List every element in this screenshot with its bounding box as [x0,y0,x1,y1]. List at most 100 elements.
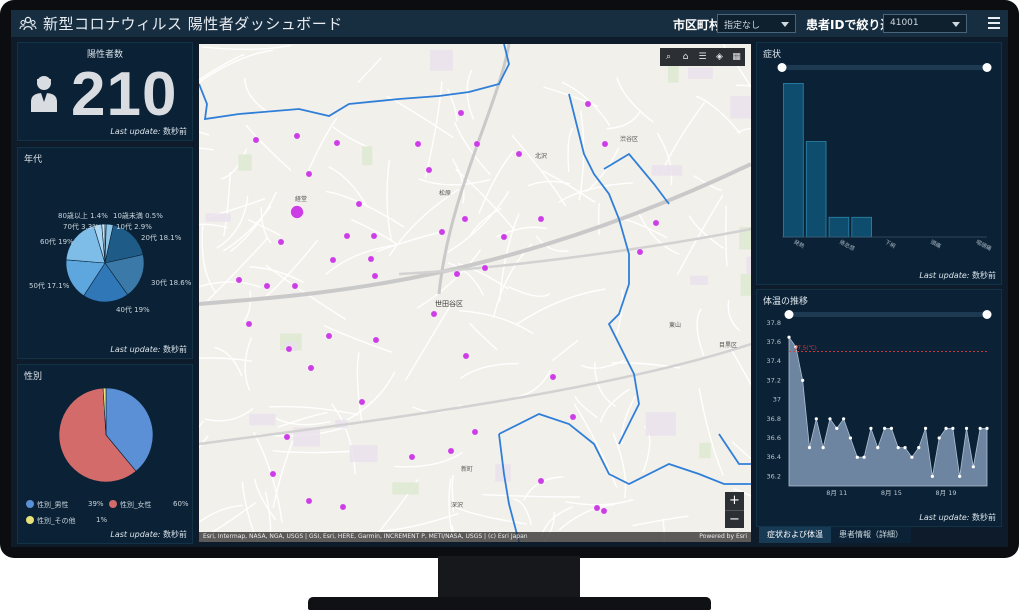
map-canvas[interactable] [199,44,751,542]
positive-cases-map[interactable]: 世田谷区 渋谷区 目黒区 北沢 深沢 東山 松原 経堂 新町 ⌕ ⌂ ☰ ◈ ▦… [199,44,751,542]
case-location-marker [263,282,271,290]
map-land-area [740,274,751,296]
case-location-marker [307,364,315,372]
patient-id-value: 41001 [890,18,919,28]
patient-id-select[interactable]: 41001 [883,14,967,33]
temperature-panel: 体温の推移 37.8 37.6 37.4 37.2 37 36.8 36.6 36.4 36.2… [756,289,1002,527]
case-location-marker [372,336,380,344]
temperature-y-tick: 37 [773,396,781,404]
case-location-marker [269,470,277,478]
case-location-marker [636,248,644,256]
tab-symptoms-temperature[interactable]: 症状および体温 [759,527,831,543]
case-location-marker [305,170,313,178]
temperature-point [876,446,880,450]
map-toolbar: ⌕ ⌂ ☰ ◈ ▦ [660,48,745,66]
case-location-marker [569,413,577,421]
case-location-marker [325,332,333,340]
city-filter-value: 指定なし [724,21,761,31]
temperature-point [937,436,941,440]
map-land-area [645,412,676,436]
symptom-tick-label: 発熱 [792,238,806,250]
map-place-label: 目黒区 [719,342,738,349]
temperature-point [978,426,982,430]
map-place-label: 世田谷区 [435,300,463,308]
case-location-marker [425,166,433,174]
temperature-point [862,455,866,459]
case-location-marker [285,345,293,353]
person-icon [31,76,57,112]
map-land-area [392,482,419,495]
gender-legend-other-value: 1% [96,516,108,524]
home-icon[interactable]: ⌂ [677,48,694,66]
age-label-50s: 50代 17.1% [29,282,70,290]
map-land-area [430,49,453,71]
zoom-out-button[interactable]: − [725,510,744,528]
map-ward-boundaries [199,44,751,542]
temperature-point [807,446,812,450]
temperature-y-tick: 36.4 [767,453,781,461]
symptom-bar-chart: 発熱 倦怠感 下痢 頭痛 咽頭痛 [777,63,994,253]
case-location-marker [461,215,469,223]
temperature-point [848,436,853,440]
map-place-label: 新町 [461,466,474,473]
basemap-gallery-icon[interactable]: ▦ [728,48,745,66]
gender-legend-female-value: 60% [173,500,189,508]
case-location-marker [515,150,523,158]
case-location-marker [549,373,557,381]
search-icon[interactable]: ⌕ [660,48,677,66]
case-location-marker [481,264,489,272]
age-label-80plus: 80歳以上 1.4% [58,212,108,220]
case-location-marker [371,272,379,280]
layers-icon[interactable]: ◈ [711,48,728,66]
gender-legend-male-value: 39% [88,500,104,508]
last-update-text: Last update: 数秒前 [110,530,187,539]
temperature-y-tick: 37.4 [767,357,781,365]
map-attribution: Esri, Intermap, NASA, NGA, USGS | GSI, E… [199,532,751,542]
case-location-marker [438,228,446,236]
monitor-stage: 新型コロナウィルス 陽性者ダッシュボード 市区町村 指定なし 患者IDで絞り込み… [0,0,1019,610]
symptom-panel-title: 症状 [763,50,782,60]
chevron-down-icon [952,22,960,27]
map-land-area [362,146,373,166]
tab-patient-details[interactable]: 患者情報（詳細） [831,527,911,543]
map-land-area [746,256,751,275]
map-place-label: 渋谷区 [620,136,639,143]
zoom-in-button[interactable]: + [725,492,744,510]
map-land-area [349,445,378,463]
gender-legend-male[interactable]: 性別_男性 [26,500,69,510]
case-location-marker [652,219,660,227]
gender-legend-other[interactable]: 性別_その他 [26,516,76,526]
case-location-marker [252,136,260,144]
list-icon[interactable]: ☰ [694,48,711,66]
dashboard-header: 新型コロナウィルス 陽性者ダッシュボード 市区町村 指定なし 患者IDで絞り込み… [11,10,1008,37]
gender-legend-female[interactable]: 性別_女性 [109,500,152,510]
dashboard-title: 新型コロナウィルス 陽性者ダッシュボード [43,15,343,33]
temperature-y-tick: 37.2 [767,376,781,384]
monitor-neck [438,556,580,600]
case-location-marker [358,398,366,406]
temperature-range-start-handle [784,310,794,319]
city-filter-select[interactable]: 指定なし [717,14,796,33]
map-place-label: 深沢 [451,502,464,509]
temperature-point [896,446,900,450]
case-location-marker [329,256,337,264]
symptom-tick-label: 咽頭痛 [975,238,994,253]
case-location-marker [367,255,375,263]
temperature-y-tick: 36.6 [767,434,781,442]
hamburger-menu-icon[interactable] [988,17,1000,29]
dashboard-screen: 新型コロナウィルス 陽性者ダッシュボード 市区町村 指定なし 患者IDで絞り込み… [11,10,1008,547]
symptom-bar [783,83,804,238]
case-location-marker [537,215,545,223]
age-label-10s: 10代 2.9% [116,223,152,231]
map-land-area [699,442,711,459]
temperature-point [842,417,846,421]
temperature-point [917,446,921,450]
case-location-marker [343,232,351,240]
temperature-point [958,474,962,478]
powered-by-esri[interactable]: Powered by Esri [699,532,747,542]
map-land-area [238,154,252,171]
temperature-y-tick: 37.8 [767,319,781,327]
map-land-area [730,96,751,119]
map-highway [199,162,751,306]
symptom-tick-label: 倦怠感 [838,238,857,253]
